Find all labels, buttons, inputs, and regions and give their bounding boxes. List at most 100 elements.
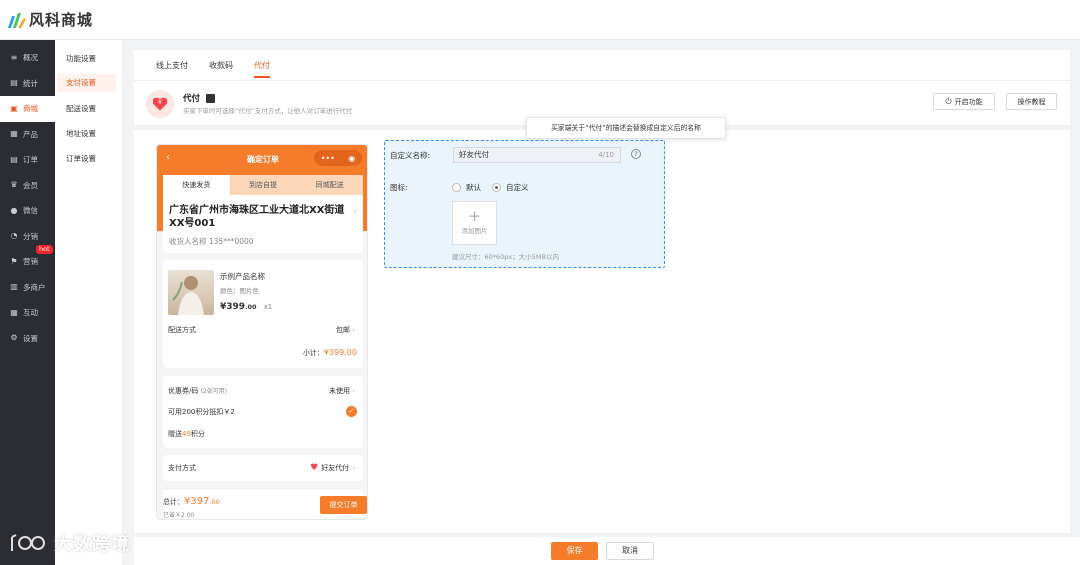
subnav-payment-settings[interactable]: 支付设置 [57,74,116,92]
icon-label: 图标: [390,183,408,192]
proxy-pay-icon: ¥ [146,90,174,118]
custom-settings-form: 自定义名称: 好友代付 4/10 ? 图标: 默认 自定义 + 添加图片 建议尺… [384,140,665,268]
nav-item-merchants[interactable]: ▥ 多商户 [0,275,55,301]
wechat-icon: ● [10,205,18,215]
layers-icon: ≡ [10,52,18,62]
nav-item-orders[interactable]: ▤ 订单 [0,147,55,173]
checkout-bar: 总计：¥397.00 已省￥2.00 提交订单 [163,490,367,519]
miniprogram-capsule: ••• ◉ [314,150,362,166]
address-card: 广东省广州市海珠区工业大道北XX街道XX号001 收货人名称 135***000… [163,195,363,253]
share-icon: ◔ [10,231,18,241]
brand-logo[interactable]: 风科商城 [6,9,93,30]
radio-custom[interactable]: 自定义 [492,182,529,193]
top-bar: 风科商城 [0,0,1080,40]
grid-icon: ▦ [10,129,18,139]
nav-item-settings[interactable]: ⚙ 设置 [0,326,55,352]
nav-item-wechat[interactable]: ● 微信 [0,198,55,224]
total-amount: 总计：¥397.00 [163,496,220,507]
nav-item-stats[interactable]: ▤ 统计 [0,71,55,97]
receiver-text: 收货人名称 135***0000 [169,237,254,246]
interact-icon: ▦ [10,307,18,317]
chevron-right-icon: › [353,207,357,217]
chevron-right-icon: › [352,387,355,395]
logo-icon [8,12,26,28]
tab-divider [134,80,1070,81]
product-card: 示例产品名称 颜色：图片色 ¥399.00 x1 配送方式 包邮 › 小计：¥3… [163,260,363,368]
more-icon: ••• [320,153,335,163]
footer-bar: 保存 取消 [134,537,1080,565]
pay-title: 代付 [183,92,216,104]
name-tooltip: 买家端关于“代付”的描述会替换成自定义后的名称 [526,117,726,139]
payment-tabs: 线上支付 收款码 代付 [156,50,270,80]
image-upload[interactable]: + 添加图片 [452,201,497,245]
hot-badge: hot [36,245,53,254]
store-icon: ▥ [10,282,18,292]
nav-item-members[interactable]: ♛ 会员 [0,173,55,199]
subnav-address-settings[interactable]: 地址设置 [55,121,117,146]
phone-preview: ‹ 确定订单 ••• ◉ 快速发货 到店自提 同城配送 广东省广州市海珠区工业大道… [156,144,368,520]
delivery-tabs: 快速发货 到店自提 同城配送 [163,175,364,195]
custom-name-input[interactable]: 好友代付 4/10 [453,147,621,163]
nav-item-overview[interactable]: ≡ 概况 [0,45,55,71]
close-circle-icon: ◉ [348,153,356,163]
main-sidebar: ≡ 概况 ▤ 统计 ▣ 商城 ▦ 产品 ▤ 订单 ♛ 会员 ● 微信 ◔ 分销 ⚑ 营销 hot ▥… [0,40,55,565]
payment-header-panel: 线上支付 收款码 代付 ¥ 代付 买家下单时可选择“代付”支付方式，让他人对订单… [134,50,1070,125]
discount-card: 优惠券/码 (2张可用) 未使用 › 可用200积分抵扣￥2 ✓ 赠送49积分 [163,376,363,448]
tab-pickup: 到店自提 [229,175,297,195]
tab-online-payment[interactable]: 线上支付 [156,50,199,80]
tutorial-button[interactable]: 操作教程 [1006,93,1057,110]
enable-feature-button[interactable]: ⏻ 开启功能 [933,93,995,110]
coupon-row: 优惠券/码 (2张可用) 未使用 › [168,387,355,395]
flag-icon: ⚑ [10,256,18,266]
name-label: 自定义名称: [390,151,431,160]
char-count: 4/10 [598,151,614,159]
pay-description: 买家下单时可选择“代付”支付方式，让他人对订单进行代付 [183,107,353,115]
gear-icon: ⚙ [10,333,18,343]
product-image [168,270,214,315]
radio-circle-selected [492,183,501,192]
subnav-order-settings[interactable]: 订单设置 [55,146,117,171]
points-row: 可用200积分抵扣￥2 ✓ [168,406,357,417]
brand-name: 风科商城 [29,11,94,29]
power-icon: ⏻ [945,96,952,106]
subnav-delivery-settings[interactable]: 配送设置 [55,96,117,121]
chevron-right-icon: › [352,464,355,472]
save-button[interactable]: 保存 [551,542,598,560]
check-icon: ✓ [346,406,357,417]
watermark: 大数跨境 [10,530,130,556]
crown-icon: ♛ [10,180,18,190]
tab-proxy-payment[interactable]: 代付 [254,50,270,78]
shop-icon: ▣ [10,103,18,113]
subtotal-row: 小计：¥399.00 [302,348,357,357]
product-price: ¥399.00 x1 [220,302,273,312]
order-icon: ▤ [10,154,18,164]
size-hint: 建议尺寸：60*60px；大小5MB以内 [452,253,559,261]
cancel-button[interactable]: 取消 [606,542,654,560]
qr-code-icon[interactable] [206,93,216,103]
chevron-right-icon: › [352,326,355,334]
plus-icon: + [468,207,481,225]
nav-item-marketing[interactable]: ⚑ 营销 hot [0,245,55,275]
nav-item-products[interactable]: ▦ 产品 [0,122,55,148]
product-name: 示例产品名称 [220,272,265,281]
heart-icon: ♥ [310,463,319,473]
nav-item-shop[interactable]: ▣ 商城 [0,96,55,122]
payment-method-card: 支付方式 ♥ 好友代付 › [163,455,363,481]
nav-item-interact[interactable]: ▦ 互动 [0,300,55,326]
address-text: 广东省广州市海珠区工业大道北XX街道XX号001 [169,205,345,229]
saved-amount: 已省￥2.00 [163,512,195,519]
tab-express: 快速发货 [163,175,230,195]
radio-circle [452,183,461,192]
watermark-logo-icon [11,534,45,551]
sub-sidebar: 功能设置 支付设置 配送设置 地址设置 订单设置 [55,40,123,565]
shipping-row: 配送方式 包邮 › [168,326,355,334]
help-icon[interactable]: ? [631,149,641,159]
tab-qr-code[interactable]: 收款码 [209,50,244,80]
submit-order-button: 提交订单 [320,496,367,514]
subnav-function-settings[interactable]: 功能设置 [55,46,117,71]
tab-local: 同城配送 [296,175,364,195]
product-color: 颜色：图片色 [220,287,259,295]
chart-icon: ▤ [10,78,18,88]
gift-points: 赠送49积分 [168,430,205,438]
radio-default[interactable]: 默认 [452,182,481,193]
